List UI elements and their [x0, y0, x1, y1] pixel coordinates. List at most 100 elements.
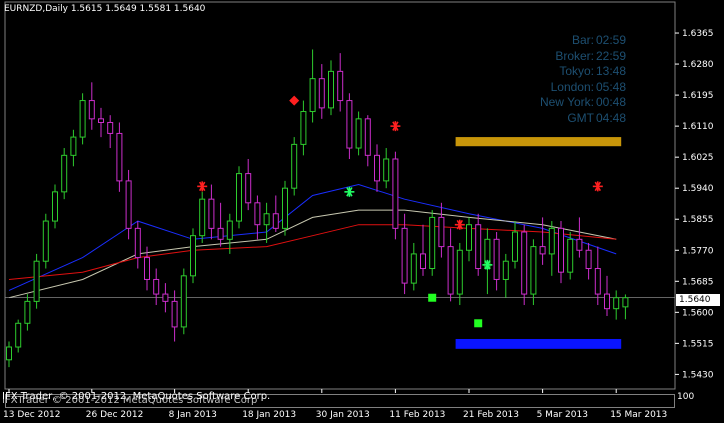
candle-body: [236, 173, 242, 222]
candle-body: [61, 154, 68, 193]
y-tick-label: 1.5600: [682, 308, 714, 318]
candle-body: [383, 158, 390, 182]
demand-zone: [455, 338, 622, 349]
candle-body: [493, 238, 500, 280]
session-info-panel: Bar: 02:59 Broker: 22:59 Tokyo: 13:48 Londo…: [536, 33, 644, 126]
copyright-text-overlay: IFXTrader © 2001-2012 MetaQuotes Softwar…: [2, 395, 258, 406]
candle-body: [153, 278, 160, 295]
x-tick-label: 30 Jan 2013: [316, 410, 370, 420]
x-tick-label: 13 Dec 2012: [3, 410, 61, 420]
candle-body: [401, 227, 408, 284]
info-row-bar: Bar: 02:59: [571, 33, 627, 47]
candle-body: [24, 300, 31, 324]
candle-body: [199, 198, 206, 237]
y-tick-label: 1.6110: [682, 122, 714, 132]
candle-body: [548, 227, 555, 255]
x-tick-label: 26 Dec 2012: [86, 410, 144, 420]
candle-body: [144, 257, 150, 280]
info-row-newyork: New York: 00:48: [539, 95, 627, 109]
y-tick-label: 1.5855: [682, 215, 714, 225]
y-tick-label: 1.5940: [682, 184, 714, 194]
candle-body: [180, 275, 187, 328]
y-tick-label: 1.5515: [682, 339, 714, 349]
info-row-gmt: GMT 04:48: [567, 110, 627, 125]
candle-body: [217, 227, 224, 240]
candle-body: [171, 300, 178, 328]
candle-body: [33, 260, 40, 302]
candle-body: [70, 136, 77, 156]
candle-body: [576, 238, 583, 251]
info-row-london: London: 05:48: [550, 79, 627, 94]
candle-body: [594, 268, 601, 295]
signal-square-marker: [428, 293, 437, 302]
candle-body: [438, 216, 445, 248]
y-tick-label: 1.6280: [682, 60, 714, 70]
candle-body: [116, 132, 123, 182]
candle-body: [392, 158, 399, 229]
x-tick-label: 5 Mar 2013: [537, 410, 588, 420]
candle-body: [521, 231, 528, 295]
candle-body: [125, 180, 132, 229]
candle-body: [309, 78, 316, 113]
candle-body: [282, 187, 288, 229]
candle-body: [88, 100, 95, 120]
candle-body: [254, 202, 261, 226]
candle-body: [245, 173, 252, 204]
subwindow-scale-label: 100: [677, 392, 695, 402]
candle-body: [318, 78, 325, 109]
candle-body: [456, 249, 463, 295]
candle-body: [613, 297, 620, 310]
candle-body: [355, 118, 362, 149]
candle-body: [420, 253, 426, 270]
candle-body: [539, 246, 546, 255]
candle-body: [410, 253, 417, 284]
candle-body: [52, 191, 58, 222]
candle-body: [466, 224, 472, 251]
candle-body: [98, 118, 104, 123]
candle-body: [42, 220, 49, 262]
candle-body: [226, 220, 233, 240]
chart-title: EURNZD,Daily 1.5615 1.5649 1.5581 1.5640: [4, 4, 206, 14]
current-price-tag: 1.5640: [676, 294, 720, 306]
candle-body: [447, 246, 454, 295]
x-tick-label: 21 Feb 2013: [463, 410, 519, 420]
signal-diamond-marker: [289, 95, 300, 106]
signal-square-marker: [474, 319, 483, 328]
signal-star-marker: [482, 259, 493, 270]
y-tick-label: 1.5770: [682, 246, 714, 256]
y-tick-label: 1.6365: [682, 29, 714, 39]
signal-star-marker: [344, 186, 355, 197]
y-tick-label: 1.6195: [682, 91, 714, 101]
candle-body: [622, 297, 629, 308]
candle-body: [291, 143, 298, 189]
candle-body: [162, 293, 169, 302]
candle-body: [300, 111, 307, 145]
candle-body: [15, 322, 22, 348]
candle-body: [107, 121, 114, 134]
candle-body: [502, 260, 509, 280]
candle-body: [263, 213, 270, 226]
x-tick-label: 15 Mar 2013: [610, 410, 667, 420]
signal-star-marker: [197, 181, 208, 192]
info-row-broker: Broker: 22:59: [555, 48, 627, 63]
candle-body: [512, 231, 518, 262]
candle-body: [374, 154, 380, 182]
candle-body: [558, 227, 564, 273]
mt4-chart-window: 1.6365 1.6280 1.6195 1.6110 1.6025 1.5940 1.58…: [0, 0, 724, 423]
candle-body: [272, 213, 279, 229]
supply-zone: [455, 137, 622, 147]
candle-body: [337, 70, 344, 102]
info-row-tokyo: Tokyo: 13:48: [559, 64, 627, 78]
candle-body: [585, 249, 592, 270]
signal-star-marker: [592, 181, 603, 192]
y-tick-label: 1.6025: [682, 153, 714, 163]
candle-body: [346, 100, 353, 149]
candle-body: [364, 118, 371, 156]
candle-body: [604, 293, 610, 310]
candle-body: [567, 238, 574, 273]
candle-body: [429, 216, 436, 270]
candle-body: [475, 224, 482, 270]
x-tick-label: 11 Feb 2013: [389, 410, 445, 420]
candle-body: [79, 100, 86, 138]
candle-body: [190, 235, 196, 277]
